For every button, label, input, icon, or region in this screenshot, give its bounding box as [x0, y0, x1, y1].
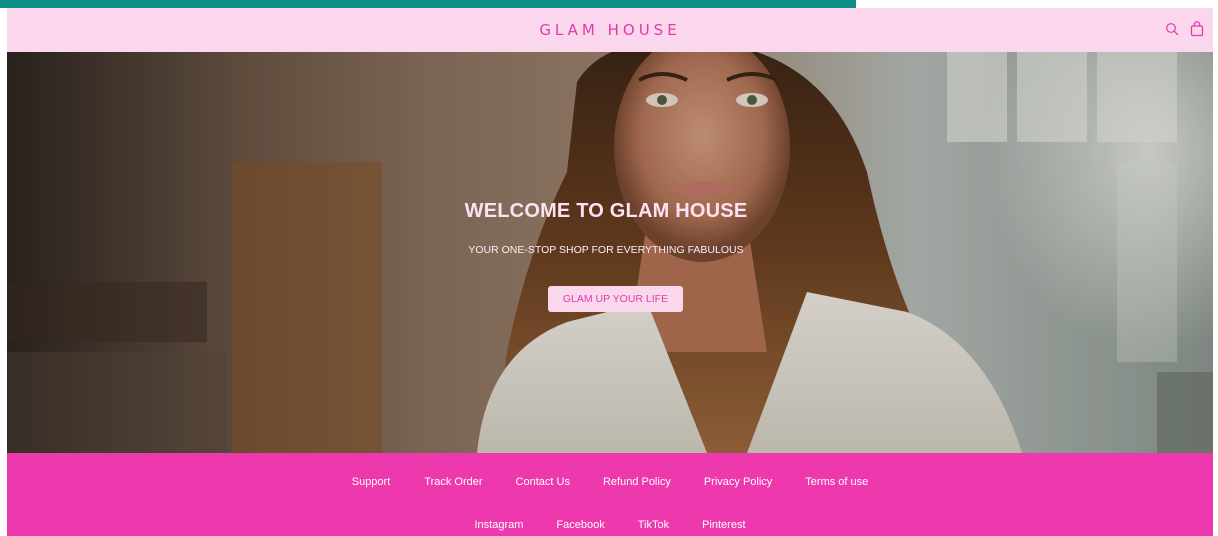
- footer-link-refund-policy[interactable]: Refund Policy: [603, 476, 671, 488]
- footer-link-terms-of-use[interactable]: Terms of use: [805, 476, 868, 488]
- hero-content: WELCOME TO GLAM HOUSE YOUR ONE-STOP SHOP…: [7, 52, 1213, 453]
- glam-up-button[interactable]: GLAM UP YOUR LIFE: [548, 286, 683, 312]
- hero-banner: WELCOME TO GLAM HOUSE YOUR ONE-STOP SHOP…: [7, 52, 1213, 453]
- social-link-tiktok[interactable]: TikTok: [638, 519, 669, 531]
- page: GLAM HOUSE WELCOME TO GLAM HOUSE YOUR ON…: [0, 0, 1218, 536]
- site-logo[interactable]: GLAM HOUSE: [539, 21, 680, 39]
- footer-link-support[interactable]: Support: [352, 476, 391, 488]
- social-link-facebook[interactable]: Facebook: [556, 519, 604, 531]
- page-frame-right: [1213, 8, 1218, 536]
- footer-link-track-order[interactable]: Track Order: [424, 476, 482, 488]
- site-header: GLAM HOUSE: [7, 8, 1213, 52]
- header-icons: [1164, 20, 1205, 38]
- footer-link-privacy-policy[interactable]: Privacy Policy: [704, 476, 772, 488]
- social-link-instagram[interactable]: Instagram: [474, 519, 523, 531]
- shopping-bag-icon[interactable]: [1189, 20, 1205, 38]
- site-footer: Support Track Order Contact Us Refund Po…: [7, 453, 1213, 536]
- page-frame-left: [0, 8, 7, 536]
- top-strip-gap: [856, 0, 1218, 8]
- footer-links: Support Track Order Contact Us Refund Po…: [7, 476, 1213, 488]
- footer-social-links: Instagram Facebook TikTok Pinterest: [7, 519, 1213, 531]
- social-link-pinterest[interactable]: Pinterest: [702, 519, 745, 531]
- hero-subtitle: YOUR ONE-STOP SHOP FOR EVERYTHING FABULO…: [468, 244, 744, 256]
- top-strip: [0, 0, 856, 8]
- search-icon[interactable]: [1164, 20, 1180, 38]
- hero-title: WELCOME TO GLAM HOUSE: [464, 200, 748, 222]
- footer-link-contact-us[interactable]: Contact Us: [516, 476, 570, 488]
